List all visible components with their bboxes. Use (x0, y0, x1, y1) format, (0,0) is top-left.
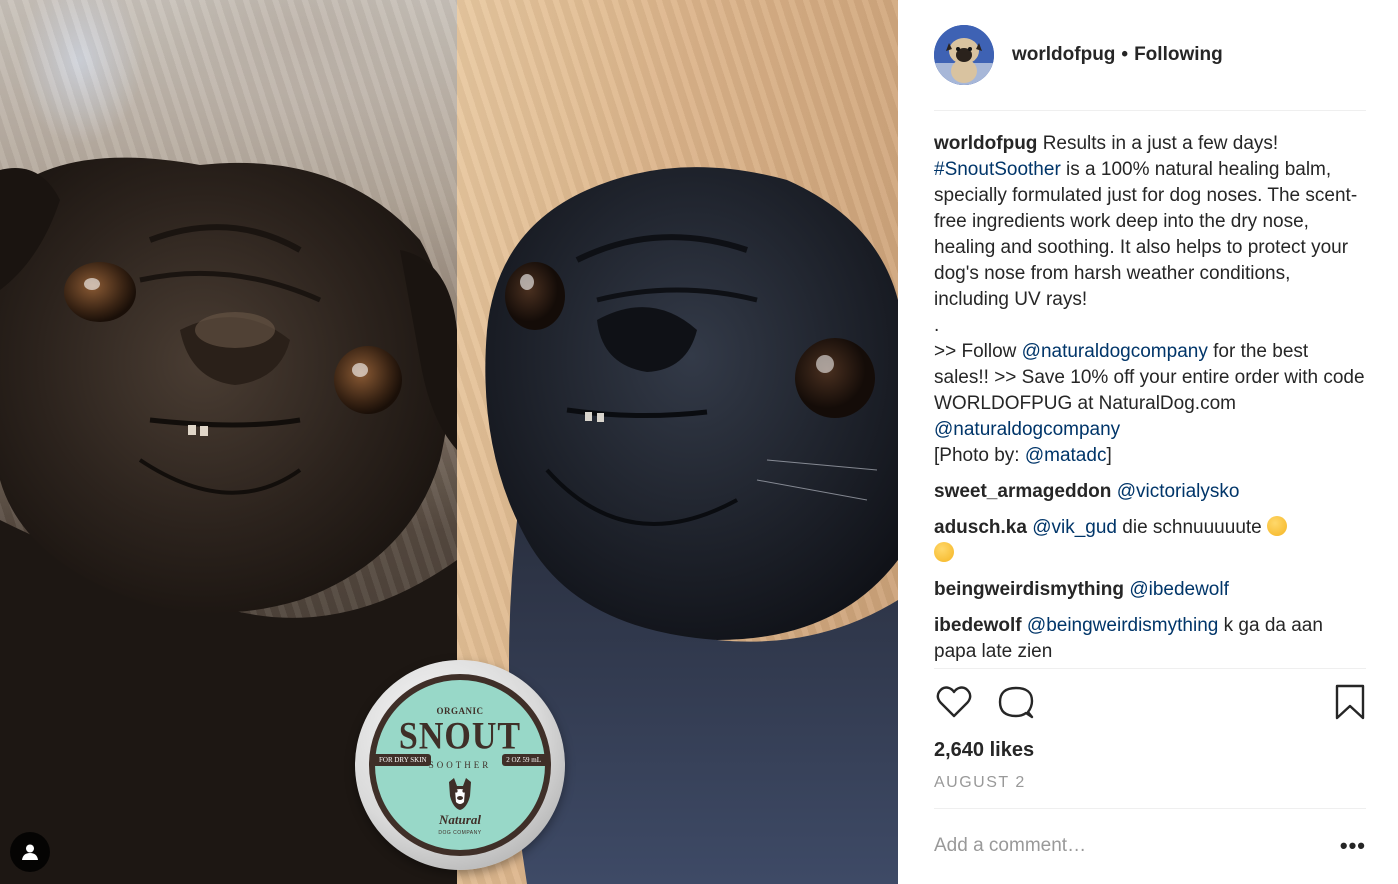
snout-soother-tin: ORGANIC SNOUT SOOTHER FOR DRY SKIN 2 OZ … (355, 660, 565, 870)
instagram-post: ORGANIC SNOUT SOOTHER FOR DRY SKIN 2 OZ … (0, 0, 1398, 884)
caption-text-1: Results in a just a few days! (1037, 132, 1279, 154)
comment-text: die schnuuuuute (1117, 516, 1268, 538)
caption-username[interactable]: worldofpug (934, 133, 1037, 154)
tin-left-label: FOR DRY SKIN (375, 754, 431, 766)
caption-dot: . (934, 314, 940, 336)
mention-link[interactable]: @naturaldogcompany (934, 419, 1120, 440)
heart-icon (936, 686, 972, 718)
comments-list[interactable]: worldofpug Results in a just a few days!… (934, 111, 1366, 668)
comment-item: sweet_armageddon @victorialysko (934, 479, 1366, 505)
like-button[interactable] (934, 682, 974, 722)
bulldog-logo-icon (449, 778, 471, 810)
add-comment-input[interactable] (934, 835, 1294, 858)
add-comment-section: ••• (934, 809, 1366, 884)
mention-link[interactable]: @beingweirdismything (1027, 615, 1218, 636)
more-options-button[interactable]: ••• (1340, 833, 1366, 859)
pug-avatar-icon (934, 24, 994, 85)
comment-username[interactable]: adusch.ka (934, 517, 1027, 538)
comment-item: beingweirdismything @ibedewolf (934, 577, 1366, 603)
speech-bubble-icon (998, 686, 1034, 719)
tin-product-name: SNOUT (398, 715, 522, 758)
post-date[interactable]: AUGUST 2 (934, 765, 1366, 809)
caption-text-3: >> Follow (934, 340, 1022, 362)
hashtag-link[interactable]: #SnoutSoother (934, 159, 1061, 180)
mention-link[interactable]: @naturaldogcompany (1022, 341, 1208, 362)
comment-item: adusch.ka @vik_gud die schnuuuuute (934, 515, 1366, 567)
heart-eyes-emoji-icon (934, 541, 954, 562)
save-button[interactable] (1330, 682, 1370, 722)
tagged-users-button[interactable] (10, 832, 50, 872)
caption-text-5: [Photo by: (934, 444, 1025, 466)
caption-text-2: is a 100% natural healing balm, speciall… (934, 158, 1358, 310)
tin-brand-sub: DOG COMPANY (438, 830, 482, 836)
post-caption: worldofpug Results in a just a few days!… (934, 131, 1366, 469)
comment-item: ibedewolf @beingweirdismything k ga da a… (934, 613, 1366, 665)
comment-username[interactable]: ibedewolf (934, 615, 1022, 636)
mention-link[interactable]: @ibedewolf (1129, 579, 1229, 600)
post-sidebar: worldofpug • Following worldofpug Results … (898, 0, 1398, 884)
comment-username[interactable]: sweet_armageddon (934, 481, 1111, 502)
caption-text-6: ] (1106, 444, 1112, 466)
header-separator: • (1121, 43, 1129, 65)
tin-brand: Natural (439, 812, 481, 827)
header-text: worldofpug • Following (1012, 44, 1223, 66)
post-header: worldofpug • Following (934, 0, 1366, 111)
comment-button[interactable] (996, 682, 1036, 722)
comment-username[interactable]: beingweirdismything (934, 579, 1124, 600)
person-icon (22, 844, 38, 860)
tin-right-label: 2 OZ 59 mL (502, 754, 545, 766)
header-username[interactable]: worldofpug (1012, 44, 1115, 65)
mention-link[interactable]: @victorialysko (1117, 481, 1240, 502)
action-bar (934, 667, 1366, 735)
bookmark-icon (1335, 684, 1365, 720)
shushing-face-emoji-icon (1267, 515, 1288, 536)
mention-link[interactable]: @matadc (1025, 445, 1107, 466)
post-image[interactable]: ORGANIC SNOUT SOOTHER FOR DRY SKIN 2 OZ … (0, 0, 898, 884)
likes-count[interactable]: 2,640 likes (934, 735, 1366, 765)
avatar[interactable] (934, 24, 994, 85)
mention-link[interactable]: @vik_gud (1032, 517, 1117, 538)
follow-status-button[interactable]: Following (1134, 44, 1223, 65)
